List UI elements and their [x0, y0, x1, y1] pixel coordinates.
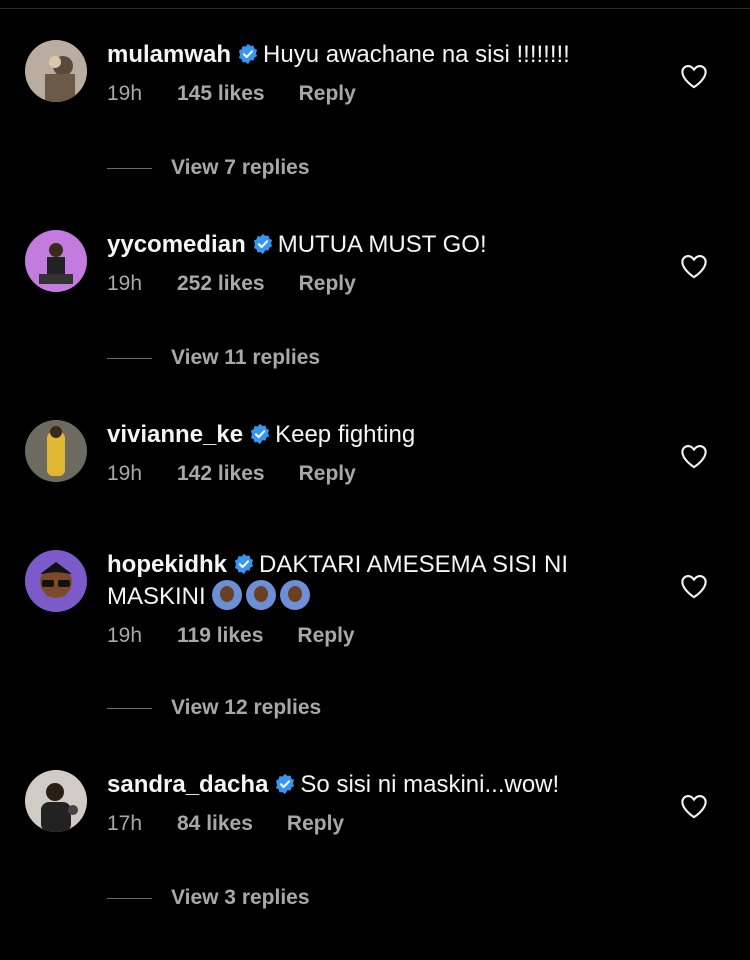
likes-count[interactable]: 252 likes — [177, 272, 265, 296]
heart-icon[interactable] — [680, 443, 708, 469]
timestamp: 19h — [107, 82, 143, 105]
reply-button[interactable]: Reply — [299, 462, 356, 486]
username[interactable]: sandra_dacha — [107, 771, 268, 798]
reply-button[interactable]: Reply — [297, 624, 354, 648]
divider — [107, 897, 152, 899]
person-gesturing-emoji — [246, 580, 277, 610]
reply-button[interactable]: Reply — [287, 812, 344, 836]
likes-count[interactable]: 145 likes — [177, 82, 265, 106]
verified-badge-icon — [249, 423, 271, 445]
divider — [107, 707, 152, 709]
reply-button[interactable]: Reply — [299, 82, 356, 106]
timestamp: 19h — [107, 272, 143, 295]
verified-badge-icon — [237, 43, 259, 65]
view-replies-label: View 7 replies — [171, 156, 310, 179]
avatar[interactable] — [25, 40, 87, 102]
divider — [107, 167, 152, 169]
view-replies-label: View 12 replies — [171, 696, 322, 719]
comment-text: MUTUA MUST GO! — [277, 231, 487, 258]
comment-text: Huyu awachane na sisi !!!!!!!! — [263, 41, 570, 68]
username[interactable]: mulamwah — [107, 41, 231, 68]
heart-icon[interactable] — [680, 253, 708, 279]
view-replies-button[interactable]: View 3 replies — [107, 886, 310, 910]
reply-button[interactable]: Reply — [299, 272, 356, 296]
username[interactable]: vivianne_ke — [107, 421, 243, 448]
verified-badge-icon — [233, 553, 255, 575]
likes-count[interactable]: 142 likes — [177, 462, 265, 486]
verified-badge-icon — [252, 233, 274, 255]
avatar[interactable] — [25, 230, 87, 292]
timestamp: 19h — [107, 624, 143, 647]
verified-badge-icon — [274, 773, 296, 795]
view-replies-button[interactable]: View 11 replies — [107, 346, 320, 370]
likes-count[interactable]: 84 likes — [177, 812, 253, 836]
avatar[interactable] — [25, 770, 87, 832]
divider — [107, 357, 152, 359]
heart-icon[interactable] — [680, 63, 708, 89]
timestamp: 17h — [107, 812, 143, 835]
timestamp: 19h — [107, 462, 143, 485]
person-gesturing-emoji — [212, 580, 243, 610]
username[interactable]: hopekidhk — [107, 551, 227, 578]
username[interactable]: yycomedian — [107, 231, 246, 258]
avatar[interactable] — [25, 550, 87, 612]
view-replies-label: View 11 replies — [171, 346, 321, 369]
divider — [0, 8, 750, 9]
avatar[interactable] — [25, 420, 87, 482]
view-replies-button[interactable]: View 7 replies — [107, 156, 310, 180]
view-replies-button[interactable]: View 12 replies — [107, 696, 321, 720]
heart-icon[interactable] — [680, 793, 708, 819]
person-gesturing-emoji — [280, 580, 311, 610]
view-replies-label: View 3 replies — [171, 886, 310, 909]
comment-text: Keep fighting — [275, 421, 416, 448]
comment-text: So sisi ni maskini...wow! — [300, 771, 560, 798]
likes-count[interactable]: 119 likes — [177, 624, 263, 648]
heart-icon[interactable] — [680, 573, 708, 599]
